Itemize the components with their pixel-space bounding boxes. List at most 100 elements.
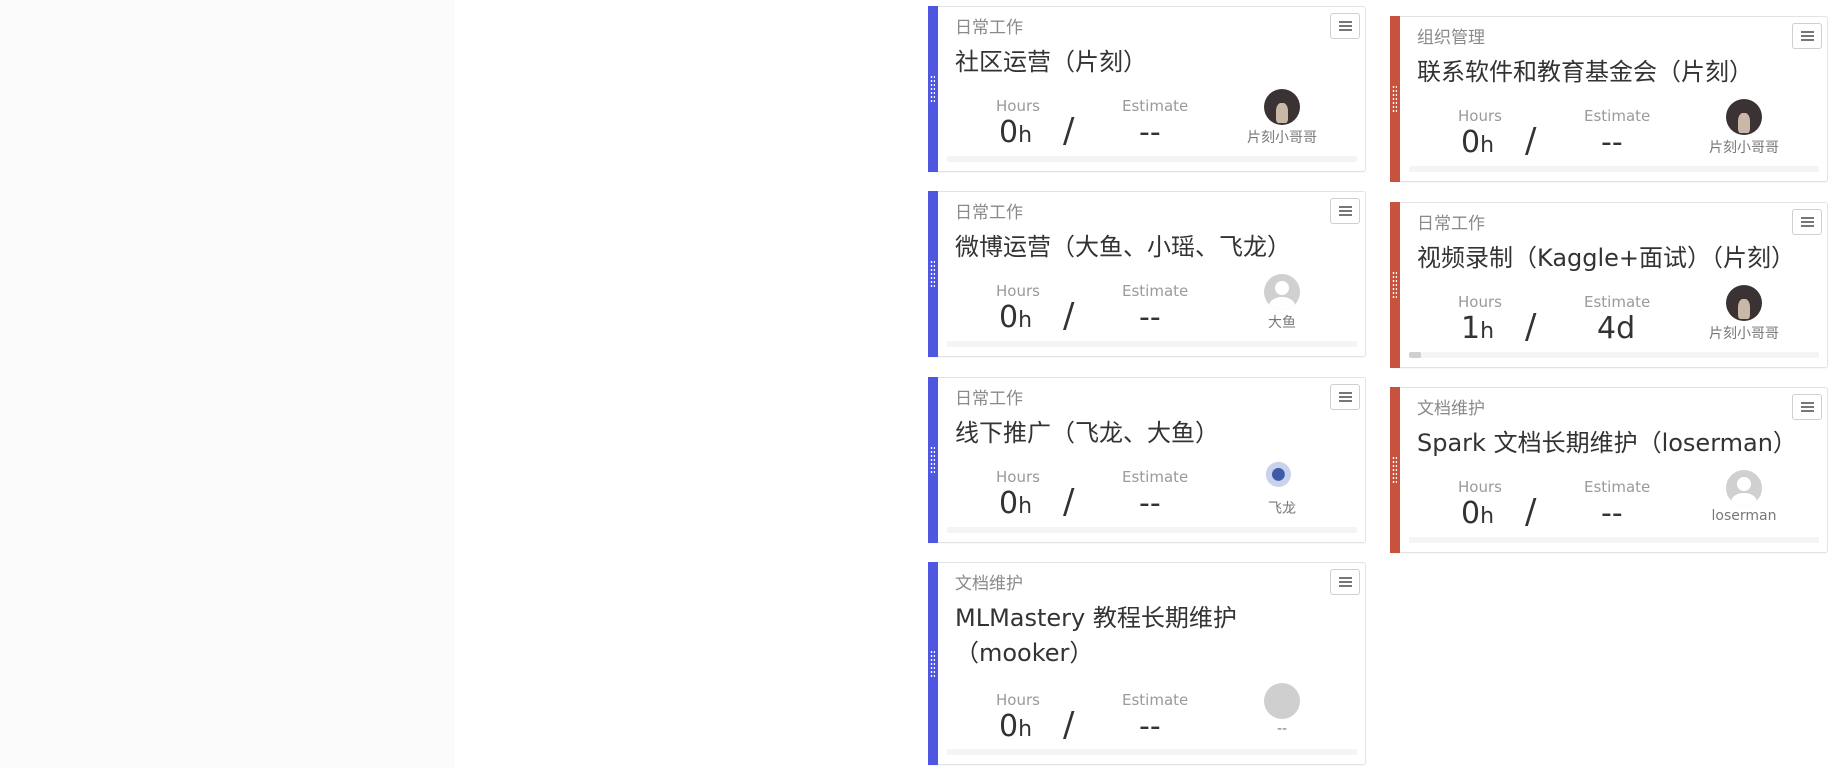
- card-title[interactable]: MLMastery 教程长期维护（mooker）: [955, 601, 1325, 671]
- avatar: [1264, 274, 1300, 310]
- hours-value: 0h: [999, 486, 1032, 521]
- hours-unit: h: [1480, 504, 1495, 529]
- progress-bar: [947, 156, 1357, 162]
- estimate-value: --: [1139, 300, 1161, 335]
- assignee[interactable]: 片刻小哥哥: [1227, 89, 1337, 147]
- hours-label: Hours: [1458, 478, 1502, 496]
- hamburger-icon: [1331, 570, 1359, 594]
- card-title[interactable]: 联系软件和教育基金会（片刻）: [1417, 55, 1787, 90]
- estimate-label: Estimate: [1122, 282, 1189, 300]
- slash-separator: /: [1063, 482, 1075, 522]
- progress-bar: [1409, 537, 1819, 543]
- card-accent-bar: [1390, 16, 1400, 182]
- hours-unit: h: [1018, 123, 1033, 148]
- hours-number: 0: [1461, 496, 1481, 531]
- avatar: [1264, 683, 1300, 719]
- estimate-label: Estimate: [1584, 107, 1651, 125]
- hamburger-icon: [1793, 210, 1821, 234]
- task-card[interactable]: 日常工作社区运营（片刻） Hours Estimate 0h / -- 片刻小哥哥: [928, 6, 1366, 172]
- card-title[interactable]: 线下推广（飞龙、大鱼）: [955, 416, 1325, 451]
- task-card[interactable]: 日常工作 线下推广（飞龙、大鱼） Hours Estimate 0h / -- 飞龙: [928, 377, 1366, 543]
- assignee[interactable]: 飞龙: [1227, 460, 1337, 518]
- card-category: 日常工作: [955, 203, 1023, 223]
- estimate-value: --: [1601, 125, 1623, 160]
- card-accent-bar: [1390, 387, 1400, 553]
- card-title[interactable]: 社区运营（片刻）: [955, 45, 1325, 80]
- hours-unit: h: [1480, 319, 1495, 344]
- card-menu-button[interactable]: [1792, 394, 1822, 420]
- column-red: 组织管理 联系软件和教育基金会（片刻） Hours Estimate 0h / -- 片刻小哥…: [1382, 0, 1831, 768]
- hours-label: Hours: [996, 691, 1040, 709]
- assignee-name: 片刻小哥哥: [1247, 130, 1317, 146]
- hours-number: 0: [999, 115, 1019, 150]
- drag-handle-icon[interactable]: [1392, 456, 1397, 484]
- card-menu-button[interactable]: [1330, 384, 1360, 410]
- card-menu-button[interactable]: [1792, 209, 1822, 235]
- card-category: 文档维护: [1417, 399, 1485, 419]
- task-card[interactable]: 文档维护 Spark 文档长期维护（loserman） Hours Estimate 0…: [1390, 387, 1828, 553]
- hamburger-icon: [1331, 14, 1359, 38]
- assignee-name: 片刻小哥哥: [1709, 326, 1779, 342]
- hours-number: 0: [1461, 125, 1481, 160]
- hours-value: 0h: [1461, 496, 1494, 531]
- avatar: [1726, 99, 1762, 135]
- card-accent-bar: [928, 6, 938, 172]
- progress-bar: [947, 527, 1357, 533]
- estimate-value: 4d: [1597, 311, 1636, 346]
- assignee[interactable]: 片刻小哥哥: [1689, 285, 1799, 343]
- drag-handle-icon[interactable]: [930, 649, 935, 678]
- task-card[interactable]: 文档维护 MLMastery 教程长期维护（mooker） Hours Estimat…: [928, 562, 1366, 765]
- hamburger-icon: [1331, 385, 1359, 409]
- card-title[interactable]: 微博运营（大鱼、小瑶、飞龙）: [955, 230, 1325, 265]
- hours-value: 0h: [999, 300, 1032, 335]
- estimate-value: --: [1139, 709, 1161, 744]
- task-card[interactable]: 组织管理 联系软件和教育基金会（片刻） Hours Estimate 0h / -- 片刻小哥…: [1390, 16, 1828, 182]
- hamburger-icon: [1331, 199, 1359, 223]
- card-title[interactable]: 视频录制（Kaggle+面试）（片刻）: [1417, 241, 1795, 276]
- task-card[interactable]: 日常工作 微博运营（大鱼、小瑶、飞龙） Hours Estimate 0h / -- 大鱼: [928, 191, 1366, 357]
- slash-separator: /: [1063, 705, 1075, 745]
- drag-handle-icon[interactable]: [1392, 271, 1397, 299]
- card-category: 日常工作: [955, 389, 1023, 409]
- card-accent-bar: [928, 191, 938, 357]
- hours-unit: h: [1018, 308, 1033, 333]
- card-menu-button[interactable]: [1792, 23, 1822, 49]
- assignee[interactable]: 大鱼: [1227, 274, 1337, 332]
- drag-handle-icon[interactable]: [930, 75, 935, 103]
- drag-handle-icon[interactable]: [930, 446, 935, 474]
- assignee-name: 大鱼: [1268, 315, 1296, 331]
- hours-value: 0h: [999, 115, 1032, 150]
- assignee-name: loserman: [1711, 508, 1777, 524]
- progress-bar: [1409, 166, 1819, 172]
- hours-number: 0: [999, 486, 1019, 521]
- estimate-label: Estimate: [1122, 691, 1189, 709]
- hours-label: Hours: [996, 468, 1040, 486]
- hamburger-icon: [1793, 395, 1821, 419]
- estimate-label: Estimate: [1122, 97, 1189, 115]
- card-category: 日常工作: [955, 18, 1023, 38]
- hours-number: 0: [999, 300, 1019, 335]
- hours-number: 0: [999, 709, 1019, 744]
- card-title[interactable]: Spark 文档长期维护（loserman）: [1417, 426, 1797, 461]
- hours-label: Hours: [1458, 107, 1502, 125]
- drag-handle-icon[interactable]: [930, 260, 935, 288]
- assignee[interactable]: 片刻小哥哥: [1689, 99, 1799, 157]
- slash-separator: /: [1063, 296, 1075, 336]
- slash-separator: /: [1063, 111, 1075, 151]
- card-menu-button[interactable]: [1330, 569, 1360, 595]
- hours-value: 0h: [999, 709, 1032, 744]
- avatar: [1726, 285, 1762, 321]
- slash-separator: /: [1525, 492, 1537, 532]
- task-card[interactable]: 日常工作 视频录制（Kaggle+面试）（片刻） Hours Estimate 1h / 4…: [1390, 202, 1828, 368]
- hours-label: Hours: [996, 97, 1040, 115]
- drag-handle-icon[interactable]: [1392, 85, 1397, 113]
- card-menu-button[interactable]: [1330, 198, 1360, 224]
- estimate-value: --: [1139, 115, 1161, 150]
- card-category: 日常工作: [1417, 214, 1485, 234]
- estimate-label: Estimate: [1122, 468, 1189, 486]
- avatar: [1726, 470, 1762, 506]
- card-accent-bar: [928, 562, 938, 765]
- card-menu-button[interactable]: [1330, 13, 1360, 39]
- assignee[interactable]: --: [1227, 683, 1337, 737]
- assignee[interactable]: loserman: [1689, 470, 1799, 524]
